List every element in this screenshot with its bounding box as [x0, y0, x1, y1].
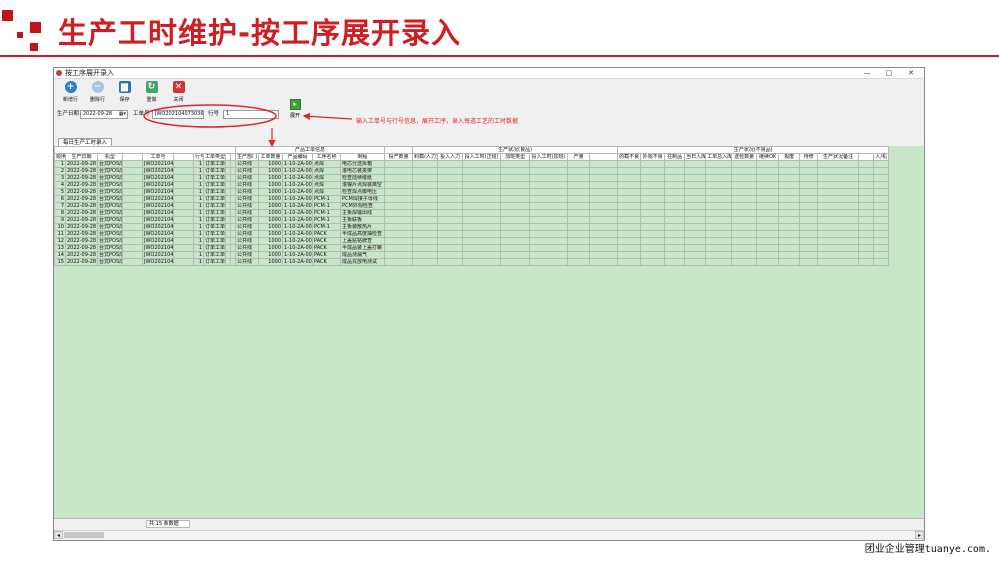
annotation-overlay: [143, 104, 353, 148]
watermark: 团业企业管理tuanye.com.: [864, 544, 991, 555]
slide: 生产工时维护-按工序展开录入 按工序展开录入 — □ ✕ + 新增行 − 删除行 ▆ 保存…: [0, 0, 999, 561]
arrow-to-fields: [302, 112, 353, 120]
highlight-ellipse: [143, 104, 277, 128]
annotation-text: 输入工单号与行号信息，展开工序，录入每道工艺的工时数据: [356, 118, 519, 125]
